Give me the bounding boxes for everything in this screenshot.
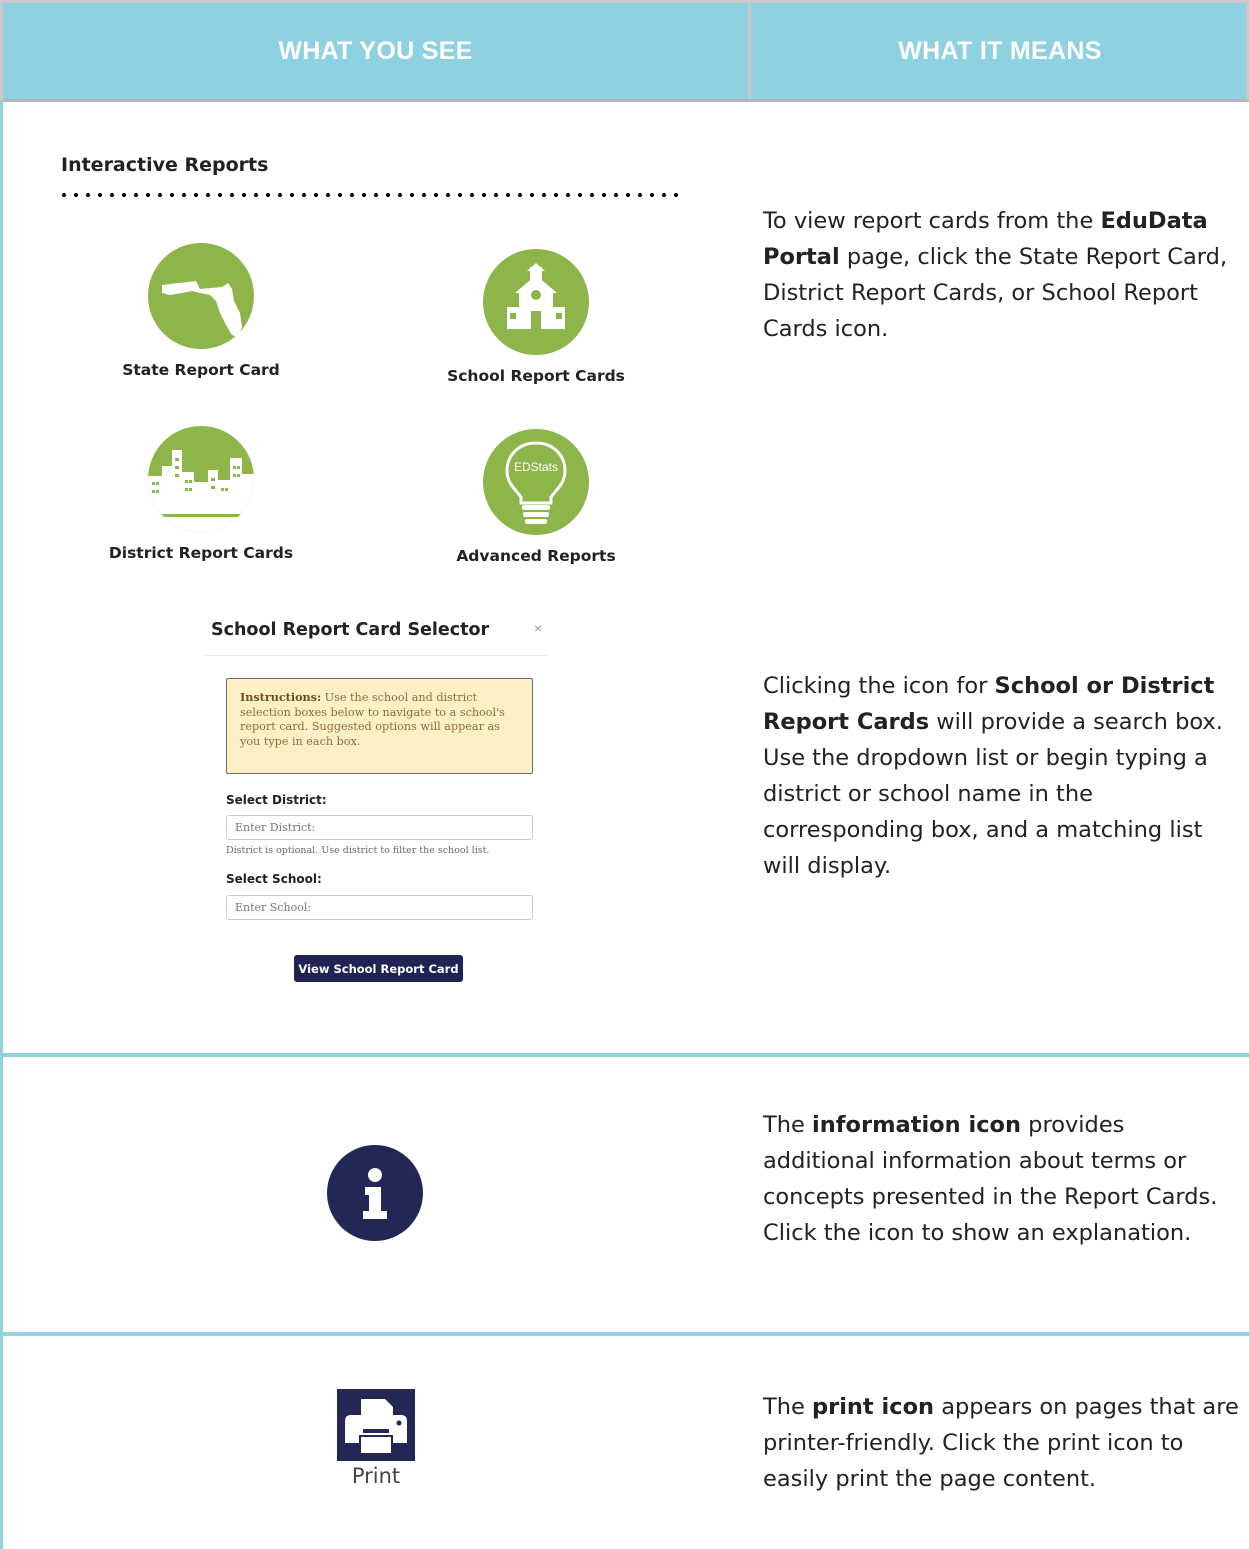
description-search-box: Clicking the icon for School or District… xyxy=(763,673,1223,879)
description-print-icon: The print icon appears on pages that are… xyxy=(763,1394,1239,1492)
district-report-cards-tile[interactable]: District Report Cards xyxy=(101,426,301,562)
information-icon[interactable] xyxy=(327,1145,423,1241)
guide-table: WHAT YOU SEE WHAT IT MEANS Interactive R… xyxy=(0,0,1249,1549)
print-icon[interactable]: Print xyxy=(337,1389,415,1489)
modal-title: School Report Card Selector xyxy=(211,620,490,640)
state-report-card-label: State Report Card xyxy=(122,361,280,379)
header-what-it-means: WHAT IT MEANS xyxy=(898,36,1102,65)
florida-map-icon xyxy=(148,243,254,349)
row-separator-1 xyxy=(0,1053,1249,1057)
print-label: Print xyxy=(351,1464,401,1488)
instructions-box: Instructions: Use the school and distric… xyxy=(226,678,533,774)
school-input[interactable] xyxy=(226,895,533,920)
select-school-label: Select School: xyxy=(226,872,322,886)
table-header: WHAT YOU SEE WHAT IT MEANS xyxy=(0,0,1249,102)
dotted-divider xyxy=(61,192,679,198)
lightbulb-icon: EDStats xyxy=(483,429,589,535)
school-report-cards-tile[interactable]: School Report Cards xyxy=(436,249,636,385)
district-report-cards-label: District Report Cards xyxy=(108,544,294,562)
modal-divider xyxy=(205,655,549,656)
school-report-cards-label: School Report Cards xyxy=(447,367,625,385)
schoolhouse-icon xyxy=(483,249,589,355)
instructions-label: Instructions: xyxy=(240,690,322,704)
row-separator-2 xyxy=(0,1332,1249,1336)
select-district-label: Select District: xyxy=(226,793,327,807)
city-skyline-icon xyxy=(148,426,254,532)
printer-icon xyxy=(337,1389,415,1461)
header-what-you-see: WHAT YOU SEE xyxy=(278,36,473,65)
description-information-icon: The information icon provides additional… xyxy=(763,1112,1218,1246)
close-icon[interactable]: × xyxy=(534,620,542,636)
view-school-report-card-button[interactable]: View School Report Card xyxy=(294,955,463,982)
interactive-reports-title: Interactive Reports xyxy=(61,154,269,176)
advanced-reports-label: Advanced Reports xyxy=(456,547,616,565)
edstats-badge: EDStats xyxy=(514,460,558,474)
state-report-card-tile[interactable]: State Report Card xyxy=(101,243,301,379)
advanced-reports-tile[interactable]: EDStats Advanced Reports xyxy=(436,429,636,565)
district-help-text: District is optional. Use district to fi… xyxy=(226,845,490,856)
district-input[interactable] xyxy=(226,815,533,840)
description-report-cards: To view report cards from the EduData Po… xyxy=(763,208,1228,342)
